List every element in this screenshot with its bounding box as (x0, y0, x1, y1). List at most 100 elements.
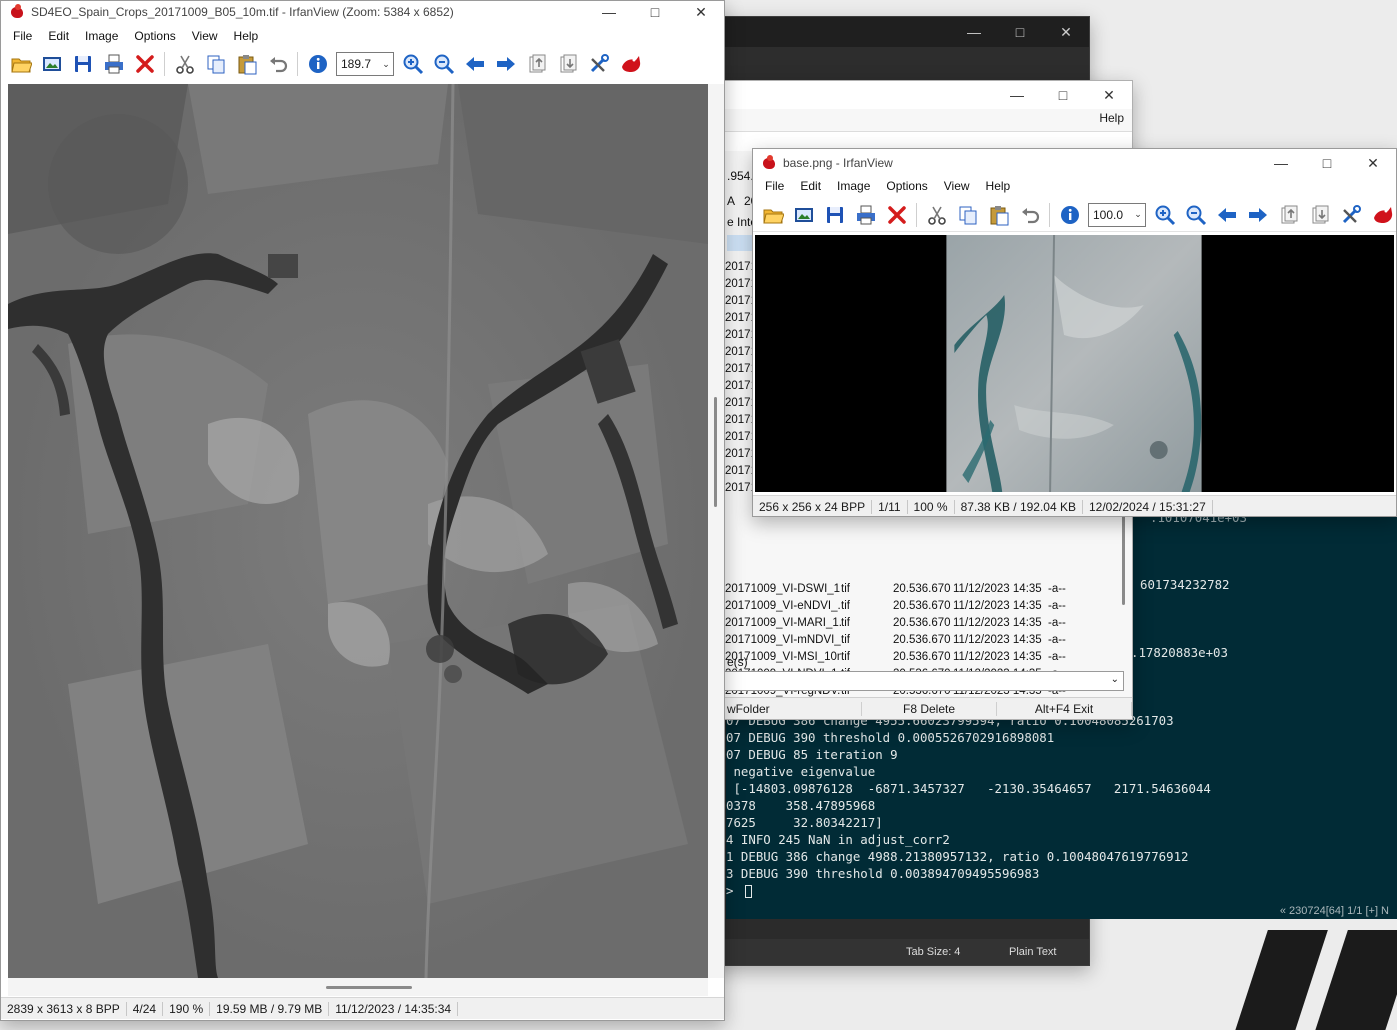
zoom-combobox[interactable]: 100.0 ⌄ (1088, 202, 1146, 227)
cut-icon[interactable] (921, 201, 952, 229)
scrollbar-thumb[interactable] (714, 397, 717, 507)
chevron-down-icon[interactable]: ⌄ (1111, 674, 1119, 685)
base-image (946, 234, 1202, 493)
minimize-button[interactable]: — (994, 81, 1040, 109)
exit-fkey[interactable]: Alt+F4 Exit (997, 701, 1132, 716)
list-item[interactable]: 20171009_VI-MSI_10m tif 20.536.670 11/12/20… (725, 651, 1088, 668)
irfanview-about-icon[interactable] (614, 50, 645, 78)
open-folder-icon[interactable] (5, 50, 36, 78)
print-icon[interactable] (98, 50, 129, 78)
zoom-value[interactable]: 189.7 (341, 57, 379, 71)
minimize-button[interactable]: — (951, 17, 997, 47)
info-icon[interactable] (302, 50, 333, 78)
undo-icon[interactable] (1014, 201, 1045, 229)
maximize-button[interactable]: □ (1040, 81, 1086, 109)
menu-options[interactable]: Options (126, 29, 183, 43)
menu-file[interactable]: File (757, 179, 792, 193)
chevron-down-icon[interactable]: ⌄ (1131, 209, 1145, 220)
menu-image[interactable]: Image (829, 179, 878, 193)
file-ext: tif (841, 719, 893, 720)
next-arrow-icon[interactable] (1242, 201, 1273, 229)
image-view[interactable] (755, 234, 1394, 493)
first-page-icon[interactable] (521, 50, 552, 78)
command-line-input[interactable]: ⌄ (707, 671, 1124, 691)
status-memory: 19.59 MB / 9.79 MB (210, 1001, 330, 1016)
chevron-down-icon[interactable]: ⌄ (379, 59, 393, 70)
status-index: 1/11 (872, 499, 908, 514)
print-icon[interactable] (850, 201, 881, 229)
menu-view[interactable]: View (184, 29, 226, 43)
zoom-value[interactable]: 100.0 (1093, 208, 1131, 222)
last-page-icon[interactable] (1304, 201, 1335, 229)
copy-icon[interactable] (952, 201, 983, 229)
image-view[interactable] (8, 84, 708, 978)
tab-fragment[interactable]: A (727, 194, 735, 208)
next-arrow-icon[interactable] (490, 50, 521, 78)
zoom-in-icon[interactable] (397, 50, 428, 78)
open-folder-icon[interactable] (757, 201, 788, 229)
save-icon[interactable] (67, 50, 98, 78)
delete-icon[interactable] (129, 50, 160, 78)
menu-file[interactable]: File (5, 29, 40, 43)
minimize-button[interactable]: — (586, 1, 632, 23)
close-button[interactable]: ✕ (678, 1, 724, 23)
main-titlebar: SD4EO_Spain_Crops_20171009_B05_10m.tif -… (1, 1, 724, 23)
properties-tools-icon[interactable] (1335, 201, 1366, 229)
delete-icon[interactable] (881, 201, 912, 229)
list-item[interactable]: 20171009_VI-TCARI_1..tif20.536.67011/12/… (725, 719, 1088, 720)
info-icon[interactable] (1054, 201, 1085, 229)
menu-view[interactable]: View (936, 179, 978, 193)
terminal-line: 07 DEBUG 85 iteration 9 (726, 747, 898, 762)
maximize-button[interactable]: □ (632, 1, 678, 23)
menu-help[interactable]: Help (226, 29, 267, 43)
list-item[interactable]: 20171009_VI-eNDVI_.. tif 20.536.670 11/12/2… (725, 600, 1088, 617)
last-page-icon[interactable] (552, 50, 583, 78)
list-item[interactable]: 20171009_VI-mNDVI_.. tif 20.536.670 11/12/2… (725, 634, 1088, 651)
menu-edit[interactable]: Edit (792, 179, 829, 193)
menu-image[interactable]: Image (77, 29, 126, 43)
copy-icon[interactable] (200, 50, 231, 78)
maximize-button[interactable]: □ (1304, 151, 1350, 175)
paste-icon[interactable] (231, 50, 262, 78)
minimize-button[interactable]: — (1258, 151, 1304, 175)
first-page-icon[interactable] (1273, 201, 1304, 229)
close-button[interactable]: ✕ (1350, 151, 1396, 175)
file-name: 20171009_VI-TCARI_1.. (725, 719, 841, 720)
tab-size-indicator[interactable]: Tab Size: 4 (906, 946, 960, 958)
slideshow-icon[interactable] (788, 201, 819, 229)
slideshow-icon[interactable] (36, 50, 67, 78)
zoom-in-icon[interactable] (1149, 201, 1180, 229)
menu-help[interactable]: Help (1099, 111, 1124, 125)
vertical-scrollbar[interactable] (708, 84, 724, 978)
close-button[interactable]: ✕ (1086, 81, 1132, 109)
list-item[interactable]: 20171009_VI-DSWI_1.. tif 20.536.670 11/12/2… (725, 583, 1088, 600)
zoom-out-icon[interactable] (1180, 201, 1211, 229)
menu-edit[interactable]: Edit (40, 29, 77, 43)
zoom-out-icon[interactable] (428, 50, 459, 78)
terminal-prompt[interactable]: > (726, 883, 752, 898)
file-date: 11/12/2023 14:35 (953, 651, 1042, 663)
menu-options[interactable]: Options (878, 179, 935, 193)
scrollbar-thumb[interactable] (326, 986, 412, 989)
zoom-combobox[interactable]: 189.7 ⌄ (336, 52, 394, 76)
save-icon[interactable] (819, 201, 850, 229)
file-count-fragment: e(s) (727, 655, 748, 669)
cut-icon[interactable] (169, 50, 200, 78)
close-button[interactable]: ✕ (1043, 17, 1089, 47)
delete-fkey[interactable]: F8 Delete (862, 701, 997, 716)
previous-arrow-icon[interactable] (1211, 201, 1242, 229)
file-date: 11/12/2023 14:35 (953, 617, 1042, 629)
paste-icon[interactable] (983, 201, 1014, 229)
file-attr: -a-- (1048, 719, 1088, 720)
properties-tools-icon[interactable] (583, 50, 614, 78)
satellite-image (8, 84, 708, 978)
undo-icon[interactable] (262, 50, 293, 78)
newfolder-fkey[interactable]: wFolder (707, 701, 862, 716)
maximize-button[interactable]: □ (997, 17, 1043, 47)
irfanview-about-icon[interactable] (1366, 201, 1396, 229)
menu-help[interactable]: Help (978, 179, 1019, 193)
list-item[interactable]: 20171009_VI-MARI_1.. tif 20.536.670 11/12/2… (725, 617, 1088, 634)
horizontal-scrollbar[interactable] (8, 978, 708, 996)
language-indicator[interactable]: Plain Text (1009, 946, 1057, 958)
previous-arrow-icon[interactable] (459, 50, 490, 78)
